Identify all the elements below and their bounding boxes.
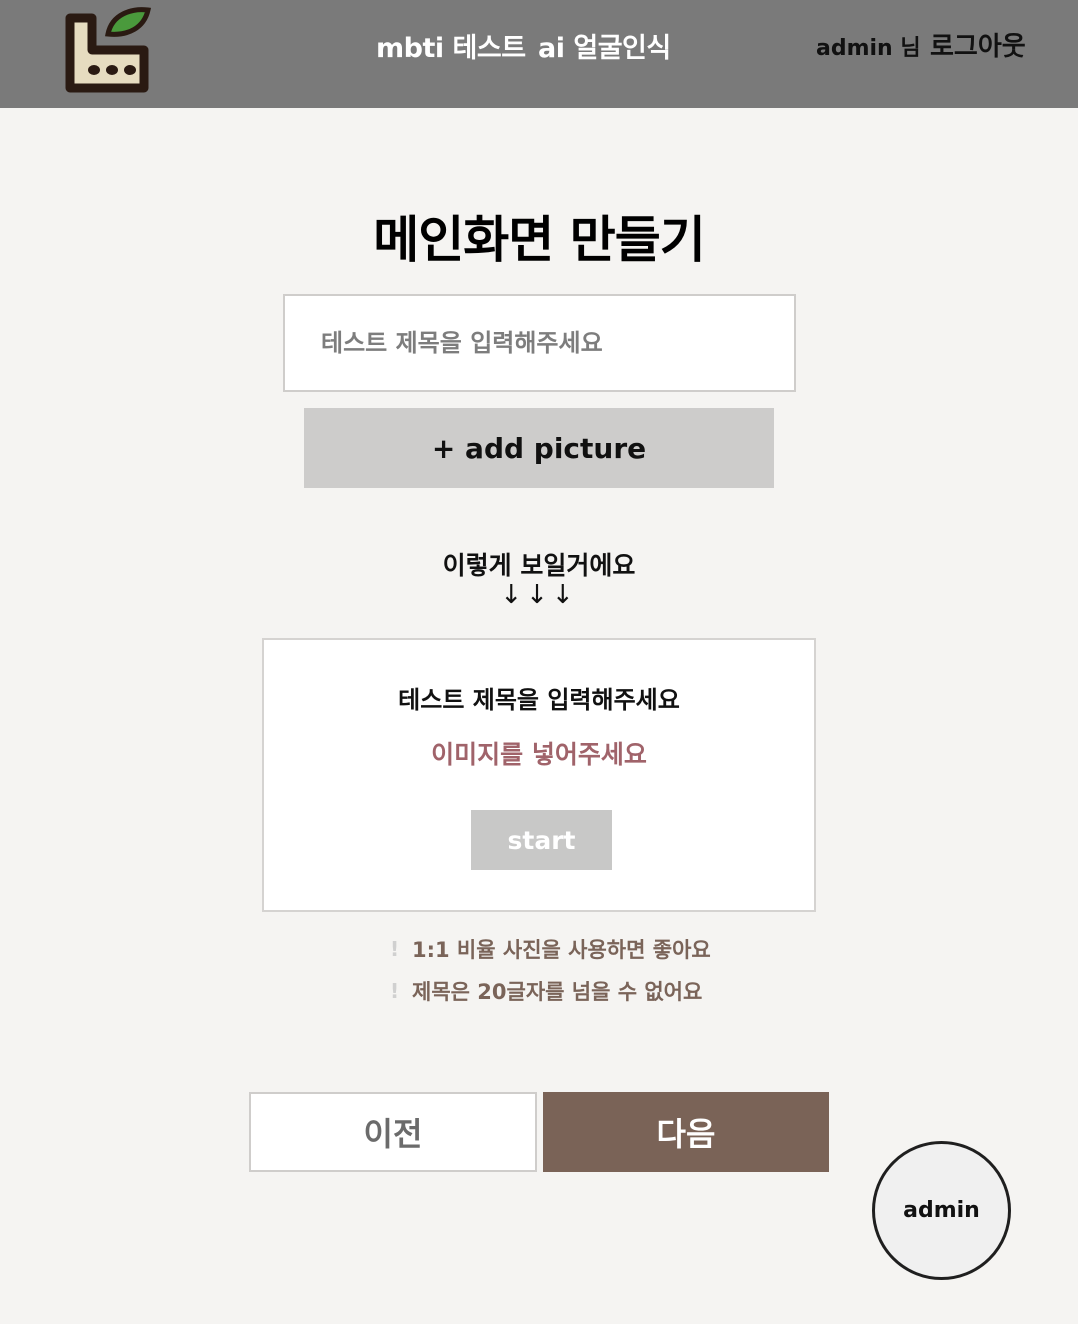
next-button[interactable]: 다음: [543, 1092, 829, 1172]
top-header: mbti 테스트 ai 얼굴인식 admin 님 로그아웃: [0, 0, 1078, 108]
down-arrows-icon: ↓↓↓: [500, 580, 578, 610]
user-greeting: admin 님: [816, 36, 921, 61]
page-title: 메인화면 만들기: [373, 211, 705, 269]
prev-button[interactable]: 이전: [249, 1092, 537, 1172]
note-text: 제목은 20글자를 넘을 수 없어요: [412, 980, 703, 1004]
preview-card: 테스트 제목을 입력해주세요 이미지를 넣어주세요 start: [262, 638, 816, 912]
preview-image-placeholder: 이미지를 넣어주세요: [431, 740, 647, 769]
nav-mbti-test[interactable]: mbti 테스트: [376, 26, 526, 65]
preview-start-button[interactable]: start: [471, 810, 612, 870]
logo-icon[interactable]: [60, 4, 152, 96]
nav-ai-face-recognition[interactable]: ai 얼굴인식: [538, 26, 671, 65]
admin-floating-button[interactable]: admin: [872, 1141, 1011, 1280]
exclamation-icon: !: [390, 979, 400, 1003]
note-text: 1:1 비율 사진을 사용하면 좋아요: [412, 938, 711, 962]
note-item: ! 1:1 비율 사진을 사용하면 좋아요: [390, 934, 711, 964]
add-picture-button[interactable]: + add picture: [304, 408, 774, 488]
logout-link[interactable]: 로그아웃: [930, 26, 1026, 63]
exclamation-icon: !: [390, 937, 400, 961]
note-item: ! 제목은 20글자를 넘을 수 없어요: [390, 976, 702, 1006]
preview-title: 테스트 제목을 입력해주세요: [398, 686, 680, 714]
preview-label: 이렇게 보일거에요: [442, 551, 636, 580]
test-title-input[interactable]: [283, 294, 796, 392]
